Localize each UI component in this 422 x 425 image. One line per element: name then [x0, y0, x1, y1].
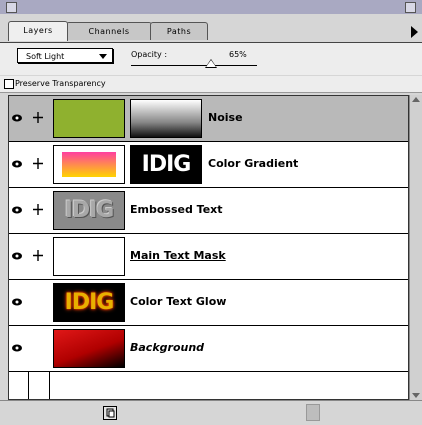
layer-name[interactable]: Noise [208, 111, 243, 124]
layer-mask-thumbnail [130, 99, 202, 138]
delete-layer-trash-icon[interactable] [306, 404, 320, 421]
opacity-label: Opacity : [131, 50, 168, 59]
eye-icon[interactable] [12, 206, 22, 214]
palette-bottom-bar [0, 400, 422, 425]
layer-thumbnail: IDIG [53, 283, 125, 322]
palette-tabs: Layers Channels Paths [0, 14, 422, 43]
layer-thumbnail [53, 145, 125, 184]
dropdown-arrow-icon [99, 54, 107, 59]
layer-row[interactable]: Background [9, 326, 408, 372]
new-layer-button[interactable] [103, 406, 117, 420]
layers-scrollbar[interactable] [409, 95, 422, 400]
layer-name[interactable]: Embossed Text [130, 203, 223, 216]
layer-options: Soft Light Opacity : 65% [0, 43, 422, 75]
blend-mode-value: Soft Light [26, 52, 65, 61]
mask-text: IDIG [141, 152, 192, 177]
scroll-up-arrow-icon[interactable] [412, 97, 420, 102]
close-box-button[interactable] [6, 2, 17, 13]
layers-palette: Layers Channels Paths Soft Light Opacity… [0, 0, 422, 425]
layer-row[interactable]: IDIG Color Gradient [9, 142, 408, 188]
layer-thumbnail [53, 329, 125, 368]
link-icon[interactable] [33, 112, 43, 123]
layer-name[interactable]: Main Text Mask [130, 249, 226, 262]
opacity-slider-thumb-fill [206, 60, 216, 67]
eye-icon[interactable] [12, 160, 22, 168]
eye-icon[interactable] [12, 298, 22, 306]
preserve-transparency-checkbox[interactable] [4, 79, 14, 89]
blend-mode-select[interactable]: Soft Light [17, 48, 113, 63]
link-icon[interactable] [33, 250, 43, 261]
preserve-transparency-label: Preserve Transparency [15, 79, 106, 88]
link-icon[interactable] [33, 204, 43, 215]
opacity-value: 65% [229, 50, 247, 59]
layer-name[interactable]: Color Gradient [208, 157, 298, 170]
layer-row[interactable]: Main Text Mask [9, 234, 408, 280]
tab-layers[interactable]: Layers [8, 21, 68, 41]
layer-row[interactable]: IDIG Embossed Text [9, 188, 408, 234]
layer-mask-thumbnail: IDIG [130, 145, 202, 184]
opacity-slider-track[interactable] [131, 65, 257, 66]
glow-text: IDIG [64, 290, 115, 315]
eye-icon[interactable] [12, 252, 22, 260]
preserve-transparency-row: Preserve Transparency [0, 76, 422, 93]
layer-thumbnail: IDIG [53, 191, 125, 230]
tab-paths[interactable]: Paths [150, 22, 208, 40]
embossed-text: IDIG [64, 198, 115, 223]
palette-menu-arrow-icon[interactable] [411, 26, 418, 38]
tab-channels[interactable]: Channels [66, 22, 152, 40]
layer-thumbnail [53, 99, 125, 138]
layer-name[interactable]: Background [130, 341, 204, 354]
layer-row[interactable]: Noise [9, 96, 408, 142]
gradient-swatch [62, 152, 116, 177]
eye-icon[interactable] [12, 344, 22, 352]
eye-icon[interactable] [12, 114, 22, 122]
zoom-box-button[interactable] [405, 2, 416, 13]
layer-row[interactable]: IDIG Color Text Glow [9, 280, 408, 326]
layers-list: Noise IDIG Color Gradient IDIG Embossed … [8, 95, 409, 400]
scroll-down-arrow-icon[interactable] [412, 393, 420, 398]
link-icon[interactable] [33, 158, 43, 169]
layer-name[interactable]: Color Text Glow [130, 295, 226, 308]
palette-title-bar[interactable] [0, 0, 422, 15]
layer-thumbnail [53, 237, 125, 276]
new-layer-icon [106, 408, 115, 418]
